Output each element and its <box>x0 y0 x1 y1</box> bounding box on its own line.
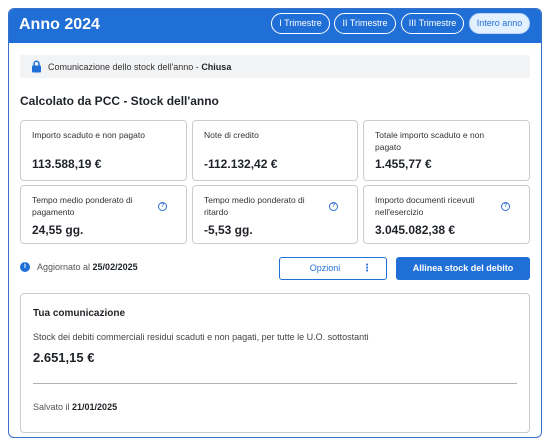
status-value: Chiusa <box>201 62 232 72</box>
panel-header: Anno 2024 I Trimestre II Trimestre III T… <box>9 9 541 43</box>
card-total-overdue: Totale importo scaduto e non pagato 1.45… <box>363 120 530 181</box>
info-icon[interactable]: ? <box>501 202 510 211</box>
communication-title: Tua comunicazione <box>33 308 126 319</box>
card-label: Importo scaduto e non pagato <box>32 130 145 140</box>
year-panel: Anno 2024 I Trimestre II Trimestre III T… <box>8 8 542 438</box>
updated-date: 25/02/2025 <box>92 262 138 272</box>
card-label: Importo documenti ricevuti nell'esercizi… <box>375 195 475 217</box>
card-value: 24,55 gg. <box>32 223 84 237</box>
saved-date: 21/01/2025 <box>72 402 118 412</box>
options-label: Opzioni <box>309 263 341 273</box>
card-label: Note di credito <box>204 130 259 140</box>
kebab-menu-icon: ⋮ <box>362 263 372 274</box>
page-title: Anno 2024 <box>19 16 100 33</box>
tab-q1[interactable]: I Trimestre <box>271 13 330 34</box>
communication-card: Tua comunicazione Stock dei debiti comme… <box>20 293 530 433</box>
info-icon[interactable]: ? <box>158 202 167 211</box>
card-credit-notes: Note di credito -112.132,42 € <box>192 120 358 181</box>
card-avg-payment-time: Tempo medio ponderato di pagamento ? 24,… <box>20 185 187 244</box>
card-received-documents: Importo documenti ricevuti nell'esercizi… <box>363 185 530 244</box>
card-value: 3.045.082,38 € <box>375 223 456 237</box>
card-overdue-unpaid: Importo scaduto e non pagato 113.588,19 … <box>20 120 187 181</box>
tab-q3[interactable]: III Trimestre <box>401 13 464 34</box>
divider <box>33 383 517 384</box>
lock-icon <box>32 60 41 73</box>
tab-full-year[interactable]: Intero anno <box>469 13 530 34</box>
card-value: -112.132,42 € <box>204 157 278 171</box>
align-debt-stock-button[interactable]: Allinea stock del debito <box>396 257 530 280</box>
saved-info: Salvato il 21/01/2025 <box>33 402 118 412</box>
info-icon[interactable]: ? <box>329 202 338 211</box>
card-avg-delay-time: Tempo medio ponderato di ritardo ? -5,53… <box>192 185 358 244</box>
info-icon: i <box>20 262 30 272</box>
card-label: Tempo medio ponderato di ritardo <box>204 195 305 217</box>
card-label: Totale importo scaduto e non pagato <box>375 130 485 152</box>
tab-q2[interactable]: II Trimestre <box>334 13 396 34</box>
card-value: 1.455,77 € <box>375 157 432 171</box>
card-value: 113.588,19 € <box>32 157 102 171</box>
status-text: Comunicazione dello stock dell'anno - Ch… <box>48 62 232 72</box>
communication-value: 2.651,15 € <box>33 350 95 365</box>
section-title: Calcolato da PCC - Stock dell'anno <box>20 94 219 108</box>
options-button[interactable]: Opzioni ⋮ <box>279 257 387 280</box>
updated-text: Aggiornato al 25/02/2025 <box>37 262 138 272</box>
card-label: Tempo medio ponderato di pagamento <box>32 195 133 217</box>
card-value: -5,53 gg. <box>204 223 253 237</box>
status-banner: Comunicazione dello stock dell'anno - Ch… <box>20 55 530 78</box>
communication-description: Stock dei debiti commerciali residui sca… <box>33 332 369 342</box>
